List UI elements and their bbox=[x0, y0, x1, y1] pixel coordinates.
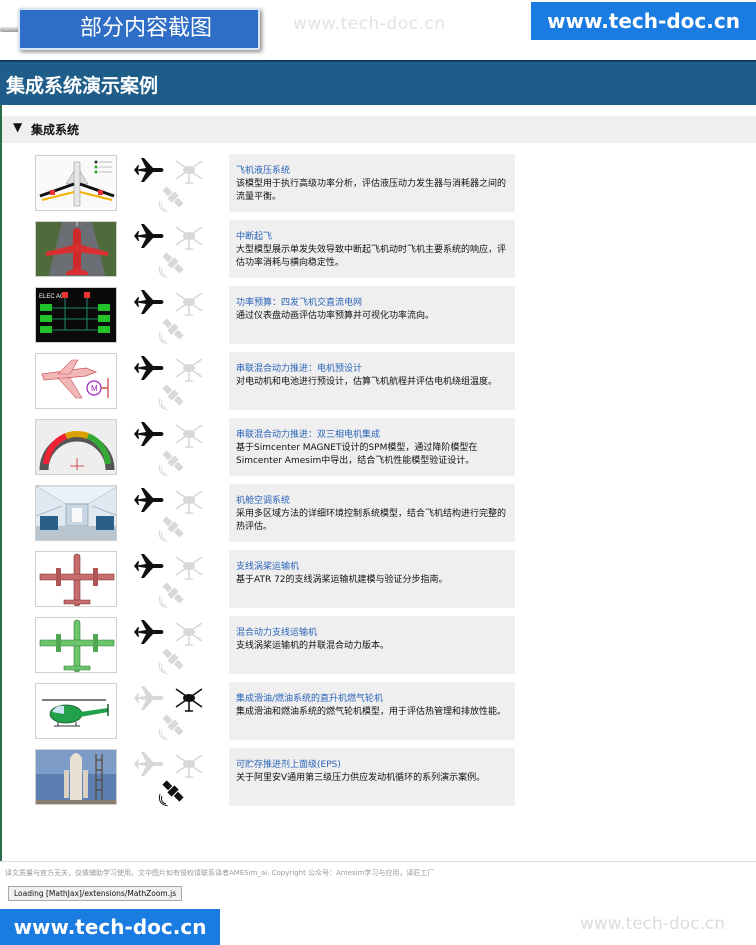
demo-description: 串联混合动力推进：双三相电机集成 基于Simcenter MAGNET设计的SP… bbox=[229, 418, 515, 476]
vehicle-category-icons bbox=[130, 154, 220, 213]
demo-row[interactable]: ELEC AC 功率预算：四发飞机交直流电网 通过仪表盘动画评估功率预算并可视化… bbox=[35, 286, 515, 345]
demo-thumbnail[interactable] bbox=[35, 485, 117, 541]
demo-row[interactable]: M 串联混合动力推进：电机预设计 对电动机和电池进行预设计，估算飞机航程并评估电… bbox=[35, 352, 515, 411]
vehicle-category-icons bbox=[130, 616, 220, 675]
footer-divider bbox=[0, 861, 756, 862]
brand-link-bottom[interactable]: www.tech-doc.cn bbox=[0, 909, 220, 945]
svg-text:ELEC AC: ELEC AC bbox=[39, 294, 65, 300]
vehicle-category-icons bbox=[130, 748, 220, 807]
demo-summary: 采用多区域方法的详细环境控制系统模型，结合飞机结构进行完整的热评估。 bbox=[236, 509, 507, 532]
demo-row[interactable]: 串联混合动力推进：双三相电机集成 基于Simcenter MAGNET设计的SP… bbox=[35, 418, 515, 477]
demo-row[interactable]: 飞机液压系统 该模型用于执行高级功率分析，评估液压动力发生器与消耗器之间的流量平… bbox=[35, 154, 515, 213]
demo-summary: 基于ATR 72的支线涡桨运输机建模与验证分步指南。 bbox=[236, 575, 448, 585]
vehicle-category-icons bbox=[130, 352, 220, 411]
satellite-icon bbox=[158, 182, 188, 216]
collapse-triangle-icon[interactable]: ▼ bbox=[13, 120, 22, 134]
demo-summary: 该模型用于执行高级功率分析，评估液压动力发生器与消耗器之间的流量平衡。 bbox=[236, 179, 507, 202]
demo-title-link[interactable]: 中断起飞 bbox=[236, 231, 509, 244]
demo-row[interactable]: 机舱空调系统 采用多区域方法的详细环境控制系统模型，结合飞机结构进行完整的热评估… bbox=[35, 484, 515, 543]
demo-row[interactable]: 可贮存推进剂上面级(EPS) 关于阿里安V通用第三级压力供应发动机循环的系列演示… bbox=[35, 748, 515, 807]
vehicle-category-icons bbox=[130, 220, 220, 279]
mathjax-loading-status: Loading [MathJax]/extensions/MathZoom.js bbox=[8, 886, 183, 901]
demo-description: 中断起飞 大型模型展示单发失效导致中断起飞机动时飞机主要系统的响应，评估功率消耗… bbox=[229, 220, 515, 278]
demo-summary: 基于Simcenter MAGNET设计的SPM模型，通过降阶模型在Simcen… bbox=[236, 443, 478, 466]
demo-description: 混合动力支线运输机 支线涡桨运输机的并联混合动力版本。 bbox=[229, 616, 515, 674]
brand-link[interactable]: www.tech-doc.cn bbox=[531, 2, 756, 40]
demo-summary: 对电动机和电池进行预设计，估算飞机航程并评估电机绕组温度。 bbox=[236, 377, 498, 387]
demo-title-link[interactable]: 支线涡桨运输机 bbox=[236, 561, 509, 574]
satellite-icon bbox=[158, 380, 188, 414]
demo-description: 支线涡桨运输机 基于ATR 72的支线涡桨运输机建模与验证分步指南。 bbox=[229, 550, 515, 608]
satellite-icon bbox=[158, 248, 188, 282]
demo-row[interactable]: 集成滑油/燃油系统的直升机燃气轮机 集成滑油和燃油系统的燃气轮机模型，用于评估热… bbox=[35, 682, 515, 741]
demo-thumbnail[interactable] bbox=[35, 221, 117, 277]
demo-thumbnail[interactable] bbox=[35, 419, 117, 475]
vehicle-category-icons bbox=[130, 550, 220, 609]
demo-thumbnail[interactable]: M bbox=[35, 353, 117, 409]
demo-title-link[interactable]: 机舱空调系统 bbox=[236, 495, 509, 508]
demo-description: 功率预算：四发飞机交直流电网 通过仪表盘动画评估功率预算并可视化功率流向。 bbox=[229, 286, 515, 344]
demo-title-link[interactable]: 功率预算：四发飞机交直流电网 bbox=[236, 297, 509, 310]
demo-summary: 支线涡桨运输机的并联混合动力版本。 bbox=[236, 641, 390, 651]
demo-summary: 集成滑油和燃油系统的燃气轮机模型，用于评估热管理和排放性能。 bbox=[236, 707, 507, 717]
vehicle-category-icons bbox=[130, 418, 220, 477]
demo-thumbnail[interactable] bbox=[35, 551, 117, 607]
watermark-text: www.tech-doc.cn bbox=[293, 14, 446, 34]
demo-summary: 关于阿里安V通用第三级压力供应发动机循环的系列演示案例。 bbox=[236, 773, 486, 783]
demo-title-link[interactable]: 集成滑油/燃油系统的直升机燃气轮机 bbox=[236, 693, 509, 706]
demo-description: 机舱空调系统 采用多区域方法的详细环境控制系统模型，结合飞机结构进行完整的热评估… bbox=[229, 484, 515, 542]
demo-thumbnail[interactable]: ELEC AC bbox=[35, 287, 117, 343]
satellite-icon bbox=[158, 578, 188, 612]
content-screenshot-badge: 部分内容截图 bbox=[18, 8, 260, 50]
demo-thumbnail[interactable] bbox=[35, 617, 117, 673]
top-banner: 部分内容截图 www.tech-doc.cn www.tech-doc.cn bbox=[0, 0, 756, 60]
footer-copyright: 译文质量与官方无关，仅做辅助学习使用。文中图片如有侵权请联系译者AMESim_a… bbox=[5, 869, 435, 877]
section-header-integrated-systems[interactable]: ▼ 集成系统 bbox=[2, 116, 756, 143]
demo-thumbnail[interactable] bbox=[35, 749, 117, 805]
watermark-text-bottom: www.tech-doc.cn bbox=[580, 914, 725, 934]
demo-title-link[interactable]: 飞机液压系统 bbox=[236, 165, 509, 178]
demo-title-link[interactable]: 混合动力支线运输机 bbox=[236, 627, 509, 640]
demo-title-link[interactable]: 串联混合动力推进：双三相电机集成 bbox=[236, 429, 509, 442]
demo-title-link[interactable]: 可贮存推进剂上面级(EPS) bbox=[236, 759, 509, 772]
demo-thumbnail[interactable] bbox=[35, 155, 117, 211]
satellite-icon bbox=[158, 710, 188, 744]
demo-row[interactable]: 中断起飞 大型模型展示单发失效导致中断起飞机动时飞机主要系统的响应，评估功率消耗… bbox=[35, 220, 515, 279]
demo-description: 集成滑油/燃油系统的直升机燃气轮机 集成滑油和燃油系统的燃气轮机模型，用于评估热… bbox=[229, 682, 515, 740]
svg-text:M: M bbox=[91, 384, 98, 393]
satellite-icon bbox=[158, 776, 188, 810]
left-border bbox=[0, 105, 2, 862]
satellite-icon bbox=[158, 644, 188, 678]
demo-thumbnail[interactable] bbox=[35, 683, 117, 739]
page-heading-bar: 集成系统演示案例 bbox=[0, 60, 756, 105]
satellite-icon bbox=[158, 314, 188, 348]
demo-summary: 大型模型展示单发失效导致中断起飞机动时飞机主要系统的响应，评估功率消耗与横向稳定… bbox=[236, 245, 507, 268]
demo-description: 飞机液压系统 该模型用于执行高级功率分析，评估液压动力发生器与消耗器之间的流量平… bbox=[229, 154, 515, 212]
vehicle-category-icons bbox=[130, 286, 220, 345]
vehicle-category-icons bbox=[130, 682, 220, 741]
demo-title-link[interactable]: 串联混合动力推进：电机预设计 bbox=[236, 363, 509, 376]
page-title: 集成系统演示案例 bbox=[6, 75, 159, 97]
demo-description: 可贮存推进剂上面级(EPS) 关于阿里安V通用第三级压力供应发动机循环的系列演示… bbox=[229, 748, 515, 806]
vehicle-category-icons bbox=[130, 484, 220, 543]
demo-row[interactable]: 混合动力支线运输机 支线涡桨运输机的并联混合动力版本。 bbox=[35, 616, 515, 675]
demo-row[interactable]: 支线涡桨运输机 基于ATR 72的支线涡桨运输机建模与验证分步指南。 bbox=[35, 550, 515, 609]
demo-description: 串联混合动力推进：电机预设计 对电动机和电池进行预设计，估算飞机航程并评估电机绕… bbox=[229, 352, 515, 410]
satellite-icon bbox=[158, 512, 188, 546]
satellite-icon bbox=[158, 446, 188, 480]
section-label: 集成系统 bbox=[31, 123, 80, 137]
demo-summary: 通过仪表盘动画评估功率预算并可视化功率流向。 bbox=[236, 311, 435, 321]
